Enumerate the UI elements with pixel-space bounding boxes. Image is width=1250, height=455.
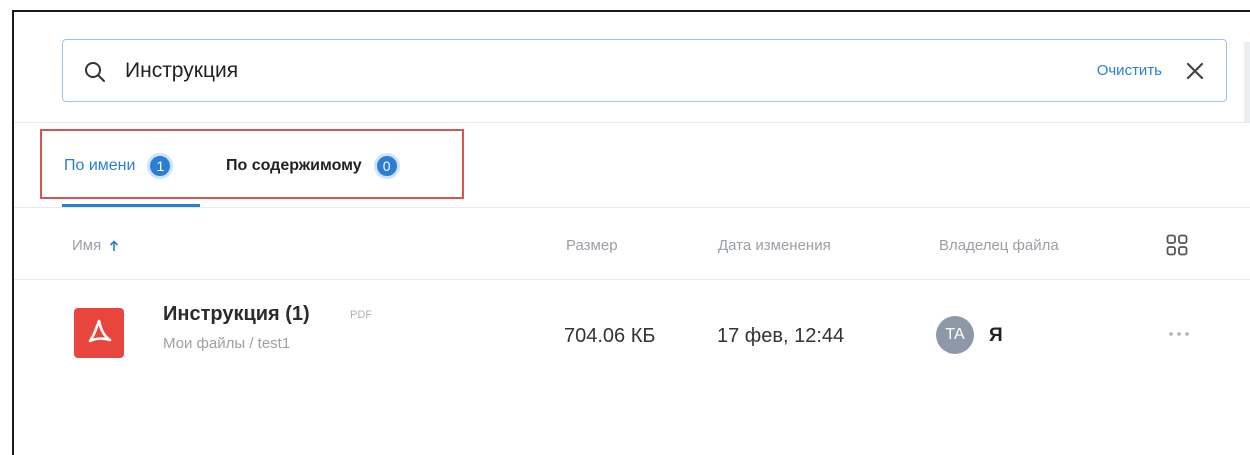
count-badge: 1 — [147, 153, 174, 179]
divider — [14, 207, 1250, 208]
clear-search-button[interactable]: Очистить — [1097, 62, 1162, 79]
scroll-edge — [1244, 42, 1250, 122]
file-name-link[interactable]: Инструкция (1) — [163, 303, 310, 326]
search-bar[interactable]: Инструкция Очистить — [62, 39, 1227, 102]
avatar: TA — [936, 316, 974, 354]
column-header-name[interactable]: Имя — [72, 237, 119, 254]
column-header-label: Имя — [72, 237, 102, 254]
file-path: Мои файлы / test1 — [163, 335, 291, 352]
close-icon[interactable] — [1182, 58, 1208, 84]
count-badge: 0 — [373, 153, 400, 179]
tab-label: По имени — [64, 157, 136, 174]
divider — [14, 279, 1250, 280]
tab-by-content[interactable]: По содержимому 0 — [226, 153, 400, 179]
file-extension: PDF — [350, 309, 372, 321]
file-size: 704.06 КБ — [564, 325, 656, 347]
file-modified-date: 17 фев, 12:44 — [717, 325, 845, 347]
arrow-up-icon — [110, 239, 119, 251]
table-row[interactable]: Инструкция (1) PDF Мои файлы / test1 704… — [14, 292, 1250, 384]
grid-view-icon[interactable] — [1166, 234, 1188, 256]
column-header-date[interactable]: Дата изменения — [718, 237, 831, 254]
more-horizontal-icon[interactable] — [1166, 330, 1192, 338]
search-mode-tabs: По имени 1 По содержимому 0 — [40, 129, 464, 199]
divider — [14, 122, 1250, 123]
owner-name: Я — [989, 325, 1003, 346]
search-icon — [85, 62, 105, 82]
column-header-owner[interactable]: Владелец файла — [939, 237, 1059, 254]
tab-by-name[interactable]: По имени 1 — [64, 153, 174, 179]
file-search-panel: Инструкция Очистить По имени 1 По содерж… — [12, 10, 1250, 455]
tab-label: По содержимому — [226, 157, 362, 174]
search-input[interactable]: Инструкция — [125, 59, 238, 83]
column-header-size[interactable]: Размер — [566, 237, 618, 254]
pdf-file-icon — [74, 308, 124, 358]
